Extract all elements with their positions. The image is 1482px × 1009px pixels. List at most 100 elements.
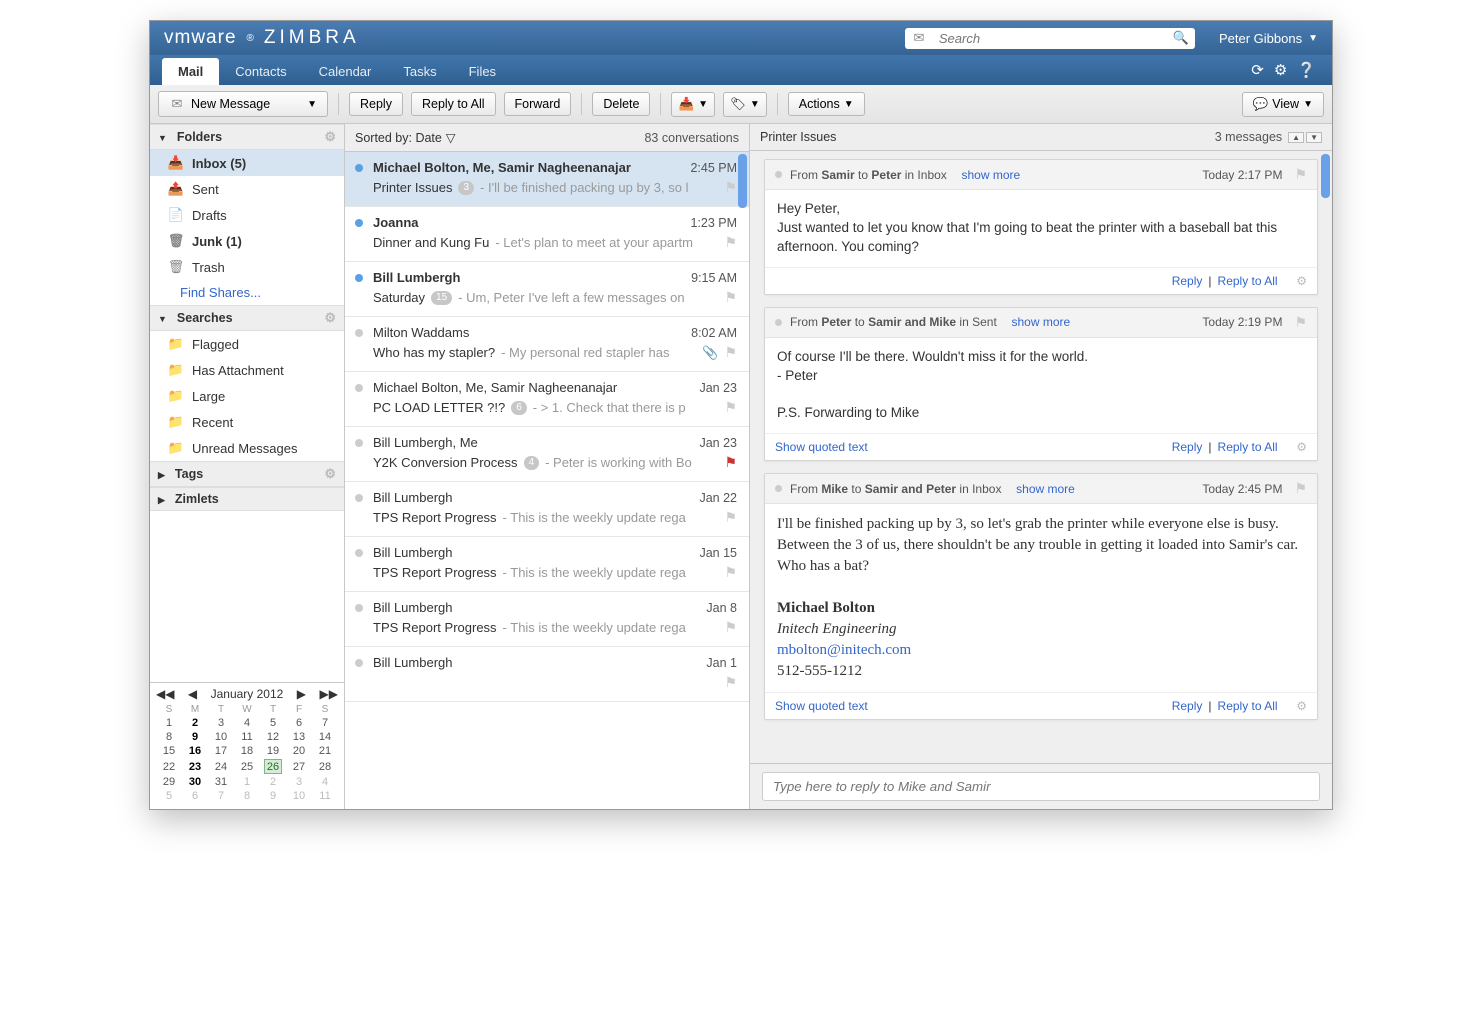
- help-icon[interactable]: ❔: [1297, 61, 1316, 79]
- calendar-day[interactable]: 28: [312, 758, 338, 775]
- flag-icon[interactable]: ⚑: [1294, 480, 1307, 497]
- reply-link[interactable]: Reply: [1172, 274, 1203, 288]
- calendar-day[interactable]: 1: [234, 775, 260, 789]
- gear-icon[interactable]: ⚙: [324, 310, 336, 326]
- saved-search-item[interactable]: 📁Recent: [150, 409, 344, 435]
- new-message-button[interactable]: ✉New Message ▼: [158, 91, 328, 117]
- calendar-day[interactable]: 9: [182, 730, 208, 744]
- calendar-day[interactable]: 6: [286, 716, 312, 730]
- calendar-day[interactable]: 18: [234, 744, 260, 758]
- flag-icon[interactable]: ⚑: [724, 564, 737, 581]
- flag-icon[interactable]: ⚑: [1294, 166, 1307, 183]
- calendar-day[interactable]: 11: [312, 789, 338, 803]
- signature-email[interactable]: mbolton@initech.com: [777, 642, 911, 658]
- next-msg-button[interactable]: ▼: [1306, 132, 1322, 143]
- calendar-day[interactable]: 4: [234, 716, 260, 730]
- calendar-day[interactable]: 16: [182, 744, 208, 758]
- calendar-day[interactable]: 7: [208, 789, 234, 803]
- calendar-day[interactable]: 6: [182, 789, 208, 803]
- flag-icon[interactable]: ⚑: [1294, 314, 1307, 331]
- folder-inbox[interactable]: 📥Inbox (5): [150, 150, 344, 176]
- gear-icon[interactable]: ⚙: [1274, 61, 1287, 79]
- forward-button[interactable]: Forward: [504, 92, 572, 116]
- saved-search-item[interactable]: 📁Flagged: [150, 331, 344, 357]
- calendar-day[interactable]: 5: [156, 789, 182, 803]
- show-more-link[interactable]: show more: [1016, 482, 1075, 496]
- user-menu[interactable]: Peter Gibbons ▼: [1219, 31, 1318, 46]
- show-more-link[interactable]: show more: [961, 168, 1020, 182]
- scrollbar-thumb[interactable]: [1321, 154, 1330, 198]
- actions-button[interactable]: Actions ▼: [788, 92, 865, 116]
- folder-drafts[interactable]: 📄Drafts: [150, 202, 344, 228]
- flag-icon[interactable]: ⚑: [724, 509, 737, 526]
- calendar-day[interactable]: 14: [312, 730, 338, 744]
- calendar-day[interactable]: 3: [208, 716, 234, 730]
- calendar-day[interactable]: 8: [156, 730, 182, 744]
- reply-link[interactable]: Reply: [1172, 440, 1203, 454]
- gear-icon[interactable]: ⚙: [1296, 440, 1307, 454]
- message-item[interactable]: Bill Lumbergh9:15 AMSaturday15- Um, Pete…: [345, 262, 749, 317]
- calendar-day[interactable]: 2: [260, 775, 286, 789]
- saved-search-item[interactable]: 📁Unread Messages: [150, 435, 344, 461]
- tab-contacts[interactable]: Contacts: [219, 58, 302, 85]
- flag-icon[interactable]: ⚑: [724, 344, 737, 361]
- move-button[interactable]: 📥▼: [671, 92, 714, 117]
- calendar-day[interactable]: 1: [156, 716, 182, 730]
- calendar-day[interactable]: 22: [156, 758, 182, 775]
- calendar-day[interactable]: 3: [286, 775, 312, 789]
- reply-all-link[interactable]: Reply to All: [1218, 440, 1278, 454]
- calendar-day[interactable]: 26: [260, 758, 286, 775]
- calendar-day[interactable]: 2: [182, 716, 208, 730]
- reply-all-button[interactable]: Reply to All: [411, 92, 496, 116]
- calendar-day[interactable]: 9: [260, 789, 286, 803]
- show-quoted-link[interactable]: Show quoted text: [775, 699, 868, 713]
- prev-msg-button[interactable]: ▲: [1288, 132, 1304, 143]
- folder-sent[interactable]: 📤Sent: [150, 176, 344, 202]
- mail-icon[interactable]: ✉: [911, 30, 927, 46]
- zimlets-header[interactable]: Zimlets: [150, 487, 344, 511]
- calendar-day[interactable]: 23: [182, 758, 208, 775]
- search-input[interactable]: [937, 30, 1173, 47]
- gear-icon[interactable]: ⚙: [1296, 274, 1307, 288]
- prev-year-button[interactable]: ◀◀: [156, 687, 174, 701]
- flag-icon[interactable]: ⚑: [724, 454, 737, 471]
- calendar-day[interactable]: 17: [208, 744, 234, 758]
- calendar-day[interactable]: 30: [182, 775, 208, 789]
- folders-header[interactable]: Folders ⚙: [150, 124, 344, 150]
- tag-button[interactable]: 🏷▼: [723, 92, 767, 117]
- searches-header[interactable]: Searches ⚙: [150, 305, 344, 331]
- calendar-day[interactable]: 10: [208, 730, 234, 744]
- folder-trash[interactable]: 🗑Trash: [150, 254, 344, 280]
- message-item[interactable]: Bill LumberghJan 22TPS Report Progress- …: [345, 482, 749, 537]
- delete-button[interactable]: Delete: [592, 92, 650, 116]
- sort-arrow-icon[interactable]: ▽: [446, 130, 456, 145]
- refresh-icon[interactable]: ⟳: [1251, 61, 1264, 79]
- flag-icon[interactable]: ⚑: [724, 619, 737, 636]
- flag-icon[interactable]: ⚑: [724, 399, 737, 416]
- saved-search-item[interactable]: 📁Large: [150, 383, 344, 409]
- message-item[interactable]: Michael Bolton, Me, Samir NagheenanajarJ…: [345, 372, 749, 427]
- tab-files[interactable]: Files: [453, 58, 512, 85]
- message-item[interactable]: Bill LumberghJan 1⚑: [345, 647, 749, 702]
- show-quoted-link[interactable]: Show quoted text: [775, 440, 868, 454]
- message-item[interactable]: Bill Lumbergh, MeJan 23Y2K Conversion Pr…: [345, 427, 749, 482]
- flag-icon[interactable]: ⚑: [724, 179, 737, 196]
- reply-link[interactable]: Reply: [1172, 699, 1203, 713]
- message-item[interactable]: Joanna1:23 PMDinner and Kung Fu- Let's p…: [345, 207, 749, 262]
- next-month-button[interactable]: ▶: [297, 687, 306, 701]
- calendar-day[interactable]: 11: [234, 730, 260, 744]
- tab-calendar[interactable]: Calendar: [303, 58, 388, 85]
- calendar-day[interactable]: 19: [260, 744, 286, 758]
- calendar-day[interactable]: 29: [156, 775, 182, 789]
- gear-icon[interactable]: ⚙: [1296, 699, 1307, 713]
- quick-reply-input[interactable]: [762, 772, 1320, 801]
- search-box[interactable]: ✉ ▼ 🔍: [905, 28, 1195, 49]
- calendar-day[interactable]: 10: [286, 789, 312, 803]
- view-button[interactable]: 💬View ▼: [1242, 92, 1324, 117]
- tab-mail[interactable]: Mail: [162, 58, 219, 85]
- calendar-day[interactable]: 4: [312, 775, 338, 789]
- calendar-day[interactable]: 8: [234, 789, 260, 803]
- calendar-day[interactable]: 20: [286, 744, 312, 758]
- calendar-day[interactable]: 15: [156, 744, 182, 758]
- calendar-day[interactable]: 25: [234, 758, 260, 775]
